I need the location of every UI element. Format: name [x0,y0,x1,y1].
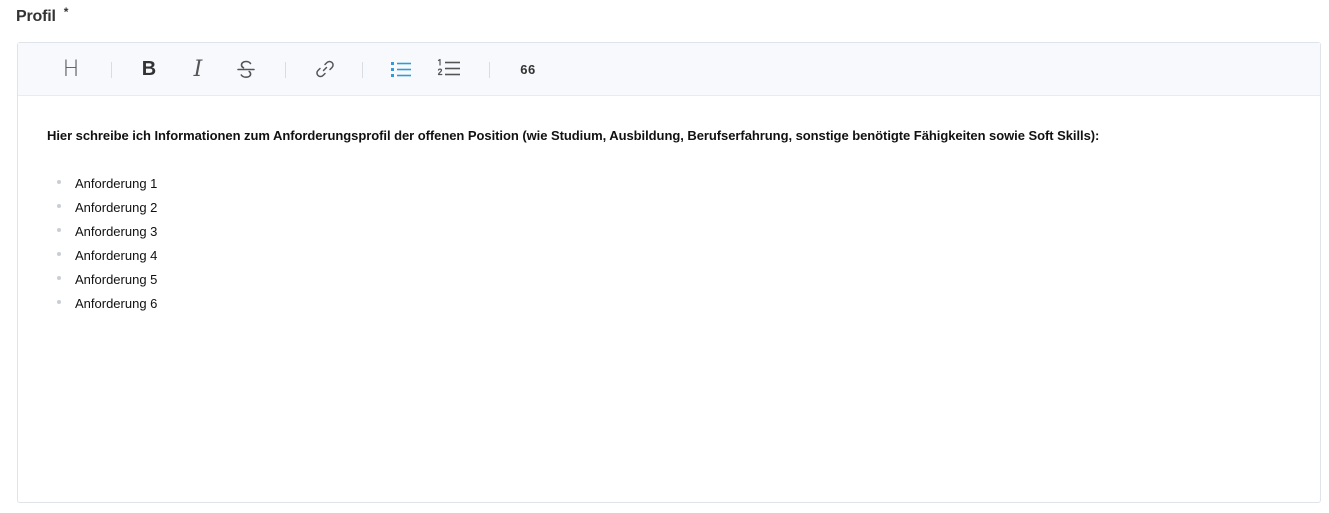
strikethrough-button[interactable] [233,55,259,83]
italic-icon: I [193,56,203,82]
editor-content[interactable]: Hier schreibe ich Informationen zum Anfo… [18,96,1320,316]
toolbar-separator [111,62,112,78]
rich-text-editor[interactable]: H B I 66 Hier schreibe ich Informationen… [17,42,1321,503]
toolbar-separator [362,62,363,78]
blockquote-button[interactable]: 66 [516,55,540,83]
bold-button[interactable]: B [137,55,161,83]
list-item: Anforderung 1 [57,172,1290,196]
list-item: Anforderung 4 [57,244,1290,268]
list-item: Anforderung 3 [57,220,1290,244]
heading-icon: H [62,56,80,82]
link-icon [316,60,334,78]
list-item: Anforderung 5 [57,268,1290,292]
list-item: Anforderung 6 [57,292,1290,316]
field-label: Profil * [16,5,69,26]
toolbar-separator [285,62,286,78]
italic-button[interactable]: I [186,55,210,83]
strikethrough-icon [237,60,255,79]
numbered-list-icon [437,58,460,76]
editor-toolbar: H B I 66 [18,43,1320,96]
bulleted-list-icon [391,62,411,77]
link-button[interactable] [312,55,338,83]
field-label-text: Profil [16,8,56,25]
numbered-list-button[interactable] [435,55,463,83]
bulleted-list-button[interactable] [388,55,414,83]
toolbar-separator [489,62,490,78]
bold-icon: B [141,57,157,80]
requirements-list: Anforderung 1 Anforderung 2 Anforderung … [47,172,1290,316]
required-marker: * [63,5,69,19]
intro-paragraph: Hier schreibe ich Informationen zum Anfo… [47,128,1100,143]
list-item: Anforderung 2 [57,196,1290,220]
heading-button[interactable]: H [58,55,84,83]
quote-icon: 66 [520,61,536,77]
